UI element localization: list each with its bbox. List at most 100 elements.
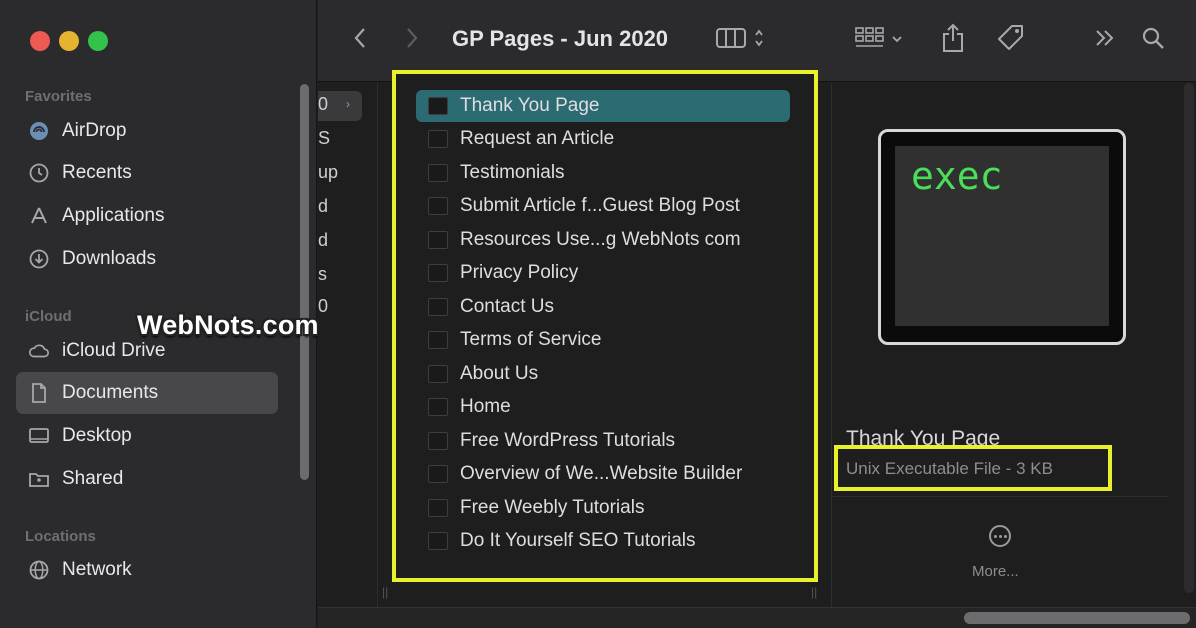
chevron-right-icon: › <box>346 97 350 111</box>
file-icon <box>428 365 448 383</box>
file-row[interactable]: Terms of Service <box>416 324 790 356</box>
file-name: Terms of Service <box>460 329 602 350</box>
close-button[interactable] <box>30 31 50 51</box>
view-mode-button[interactable] <box>710 22 770 58</box>
file-name: Thank You Page <box>460 95 600 116</box>
sidebar-item-recents[interactable]: Recents <box>16 152 278 194</box>
file-name: Contact Us <box>460 296 554 317</box>
file-icon <box>428 97 448 115</box>
file-icon <box>428 197 448 215</box>
file-name: Privacy Policy <box>460 262 579 283</box>
list-item[interactable]: d <box>318 230 328 251</box>
group-button[interactable] <box>850 22 908 58</box>
watermark: WebNots.com <box>137 310 319 340</box>
more-button[interactable]: More... <box>972 563 1019 580</box>
file-row[interactable]: Submit Article f...Guest Blog Post <box>416 190 790 222</box>
file-icon <box>428 130 448 148</box>
file-row[interactable]: Testimonials <box>416 157 790 189</box>
previous-column[interactable]: › 0 S up d d s 0 <box>318 83 378 607</box>
file-row[interactable]: Home <box>416 391 790 423</box>
preview-scrollbar[interactable] <box>1184 83 1194 593</box>
sidebar-item-desktop[interactable]: Desktop <box>16 415 278 457</box>
column-resize-handle[interactable]: || <box>811 585 817 599</box>
clock-icon <box>28 162 50 184</box>
sidebar-item-network[interactable]: Network <box>16 549 278 591</box>
list-item[interactable]: S <box>318 128 330 149</box>
list-item[interactable]: s <box>318 264 327 285</box>
file-row[interactable]: Free Weebly Tutorials <box>416 492 790 524</box>
file-row[interactable]: Overview of We...Website Builder <box>416 458 790 490</box>
sidebar-section-locations: Locations <box>25 528 96 545</box>
file-name: Free WordPress Tutorials <box>460 430 676 451</box>
more-icon[interactable] <box>989 525 1011 547</box>
horizontal-scrollbar[interactable] <box>964 612 1190 624</box>
chevron-right-icon <box>405 26 419 55</box>
sidebar-item-downloads[interactable]: Downloads <box>16 238 278 280</box>
applications-icon <box>28 205 50 227</box>
share-icon <box>941 23 965 58</box>
file-row[interactable]: Do It Yourself SEO Tutorials <box>416 525 790 557</box>
up-down-chevron-icon <box>754 28 764 53</box>
file-icon <box>428 532 448 550</box>
more-toolbar-button[interactable] <box>1090 22 1120 58</box>
file-icon <box>428 231 448 249</box>
file-row[interactable]: Contact Us <box>416 291 790 323</box>
divider <box>832 496 1168 497</box>
terminal-screen: exec <box>895 146 1109 326</box>
sidebar-item-label: Downloads <box>62 248 156 269</box>
list-item[interactable]: 0 <box>318 296 328 317</box>
minimize-button[interactable] <box>59 31 79 51</box>
file-row[interactable]: Request an Article <box>416 123 790 155</box>
thumbnail-label: exec <box>911 154 1003 198</box>
file-row[interactable]: Free WordPress Tutorials <box>416 425 790 457</box>
file-name: Submit Article f...Guest Blog Post <box>460 195 740 216</box>
file-name: Testimonials <box>460 162 565 183</box>
chevron-left-icon <box>353 26 367 55</box>
list-item[interactable]: up <box>318 162 338 183</box>
file-icon <box>428 298 448 316</box>
tag-button[interactable] <box>994 22 1028 58</box>
sidebar-section-icloud: iCloud <box>25 308 72 325</box>
zoom-button[interactable] <box>88 31 108 51</box>
file-name: About Us <box>460 363 539 384</box>
sidebar-item-label: Applications <box>62 205 165 226</box>
column-resizer[interactable] <box>378 83 392 607</box>
back-button[interactable] <box>348 22 372 58</box>
file-type-highlight: Unix Executable File - 3 KB <box>834 445 1112 491</box>
list-item[interactable]: 0 <box>318 94 328 115</box>
file-icon <box>428 499 448 517</box>
file-icon <box>428 432 448 450</box>
file-icon <box>428 164 448 182</box>
column-resizer[interactable] <box>818 83 832 607</box>
file-name: Do It Yourself SEO Tutorials <box>460 530 696 551</box>
preview-pane: exec Thank You Page Unix Executable File… <box>832 83 1196 607</box>
sidebar-scrollbar[interactable] <box>300 84 309 480</box>
sidebar-item-applications[interactable]: Applications <box>16 195 278 237</box>
sidebar-item-label: Recents <box>62 162 132 183</box>
forward-button[interactable] <box>400 22 424 58</box>
chevron-down-icon <box>891 31 903 49</box>
share-button[interactable] <box>938 22 968 58</box>
sidebar-item-shared[interactable]: Shared <box>16 458 278 500</box>
shared-folder-icon <box>28 468 50 490</box>
file-row[interactable]: Privacy Policy <box>416 257 790 289</box>
sidebar-item-label: AirDrop <box>62 120 127 141</box>
file-name: Resources Use...g WebNots com <box>460 229 741 250</box>
double-chevron-right-icon <box>1094 28 1116 53</box>
file-row[interactable]: About Us <box>416 358 790 390</box>
desktop-icon <box>28 425 50 447</box>
column-resize-handle[interactable]: || <box>382 585 388 599</box>
file-name: Request an Article <box>460 128 615 149</box>
window-title: GP Pages - Jun 2020 <box>452 26 669 51</box>
sidebar-item-label: iCloud Drive <box>62 340 166 361</box>
file-row[interactable]: Resources Use...g WebNots com <box>416 224 790 256</box>
sidebar-item-label: Desktop <box>62 425 132 446</box>
file-row-thank-you-page[interactable]: Thank You Page <box>416 90 790 122</box>
list-item[interactable]: d <box>318 196 328 217</box>
sidebar-item-documents[interactable]: Documents <box>16 372 278 414</box>
search-button[interactable] <box>1138 22 1168 58</box>
file-thumbnail: exec <box>878 129 1126 345</box>
sidebar-item-label: Shared <box>62 468 124 489</box>
file-name: Home <box>460 396 511 417</box>
sidebar-item-airdrop[interactable]: AirDrop <box>16 110 278 152</box>
